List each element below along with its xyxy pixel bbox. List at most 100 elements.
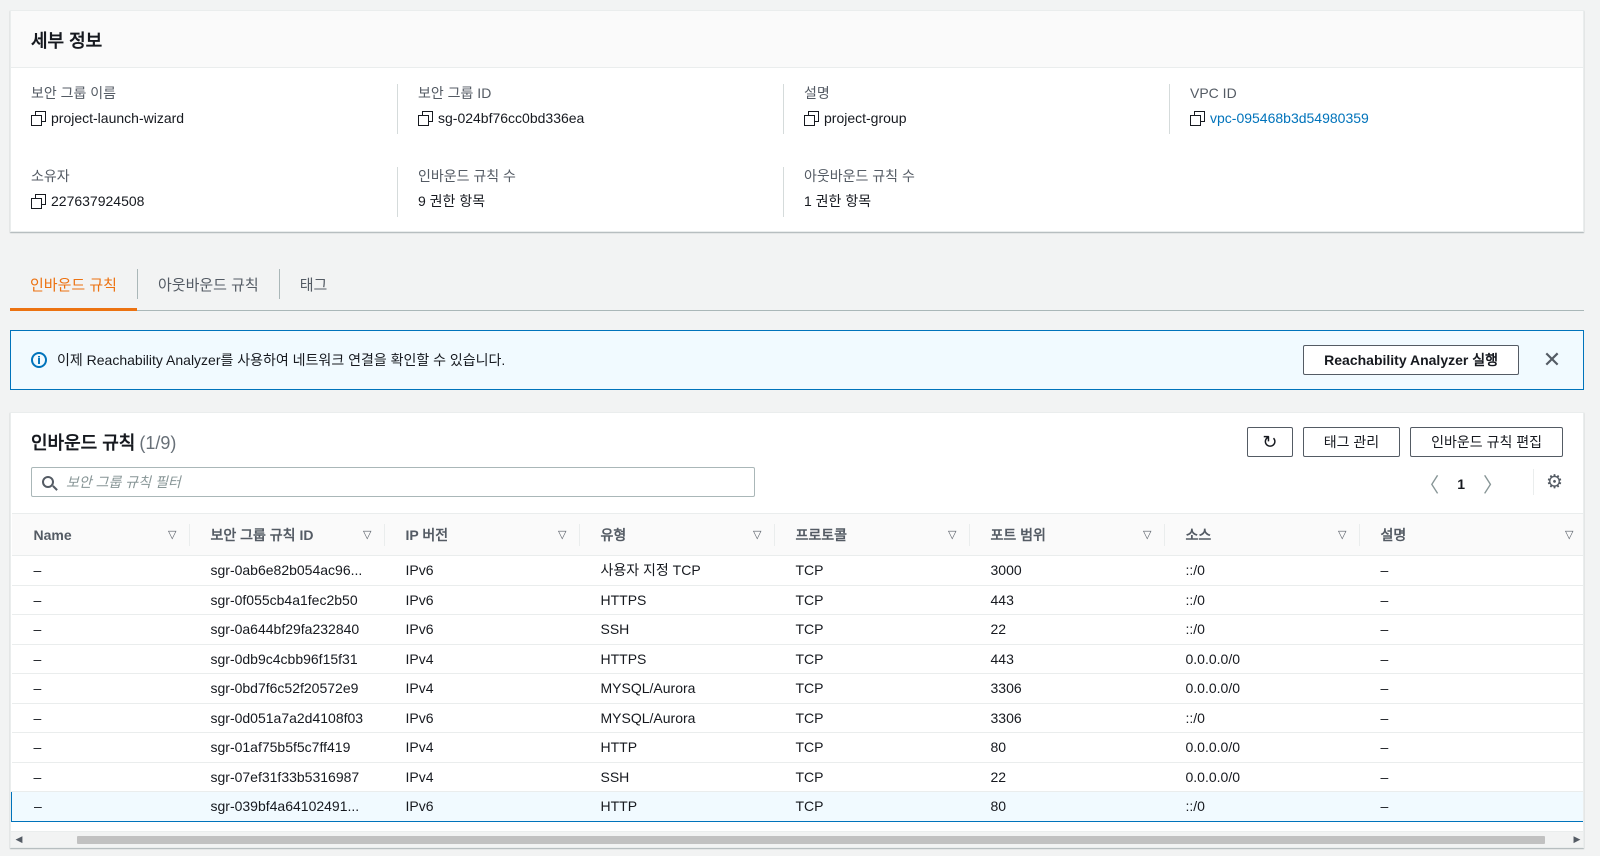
tab-bar: 인바운드 규칙 아웃바운드 규칙 태그: [10, 258, 1584, 311]
detail-security-group-id: 보안 그룹 ID sg-024bf76cc0bd336ea: [397, 84, 783, 134]
table-cell: –: [33, 621, 42, 638]
table-cell: ::/0: [1185, 562, 1205, 579]
table-cell: TCP: [795, 650, 824, 667]
table-cell: 사용자 지정 TCP: [600, 562, 701, 579]
column-header-port-range[interactable]: 포트 범위 ▽: [968, 514, 1164, 556]
table-cell: IPv4: [405, 768, 434, 785]
table-cell: TCP: [795, 709, 824, 726]
sort-icon[interactable]: ▽: [168, 528, 176, 541]
sort-icon[interactable]: ▽: [363, 528, 371, 541]
copy-icon[interactable]: [1190, 111, 1205, 126]
copy-icon[interactable]: [418, 111, 433, 126]
horizontal-scrollbar[interactable]: ◀ ▶: [11, 831, 1583, 847]
prev-page-icon[interactable]: 〈: [1419, 469, 1439, 498]
table-cell: TCP: [795, 680, 824, 697]
search-icon: [42, 476, 54, 488]
sort-icon[interactable]: ▽: [948, 528, 956, 541]
column-header-description[interactable]: 설명 ▽: [1358, 514, 1584, 556]
detail-label: VPC ID: [1190, 85, 1237, 101]
table-cell: SSH: [600, 768, 630, 785]
pagination: 〈 1 〉: [1419, 469, 1503, 498]
sort-icon[interactable]: ▽: [1143, 528, 1151, 541]
tab-outbound-rules[interactable]: 아웃바운드 규칙: [138, 258, 279, 310]
tab-inbound-rules[interactable]: 인바운드 규칙: [10, 258, 137, 311]
table-cell: sgr-0f055cb4a1fec2b50: [210, 591, 358, 608]
column-header-ip-version[interactable]: IP 버전 ▽: [383, 514, 579, 556]
table-cell: –: [1380, 709, 1389, 726]
scroll-track[interactable]: [27, 835, 1569, 845]
sort-icon[interactable]: ▽: [558, 528, 566, 541]
manage-tags-button[interactable]: 태그 관리: [1302, 427, 1401, 457]
detail-value: 1 권한 항목: [804, 193, 872, 209]
gear-icon[interactable]: ⚙: [1533, 469, 1563, 495]
next-page-icon[interactable]: 〉: [1483, 469, 1503, 498]
table-cell: sgr-0bd7f6c52f20572e9: [210, 680, 359, 697]
refresh-icon: ↻: [1262, 431, 1278, 453]
table-row[interactable]: – sgr-0bd7f6c52f20572e9 IPv4 MYSQL/Aurora TC…: [11, 674, 1583, 703]
tab-tags[interactable]: 태그: [280, 258, 348, 310]
table-row[interactable]: – sgr-039bf4a64102491... IPv6 HTTP TCP 80::/0…: [11, 791, 1583, 821]
current-page[interactable]: 1: [1457, 476, 1465, 492]
table-cell: 3306: [990, 680, 1022, 697]
scroll-left-icon[interactable]: ◀: [11, 835, 27, 845]
copy-icon[interactable]: [31, 111, 46, 126]
scroll-thumb[interactable]: [77, 835, 1545, 844]
column-header-name[interactable]: Name ▽: [12, 514, 189, 556]
table-row[interactable]: – sgr-01af75b5f5c7ff419 IPv4 HTTP TCP 80 0.0.0…: [11, 733, 1583, 762]
refresh-button[interactable]: ↻: [1246, 427, 1293, 457]
table-cell: –: [33, 650, 42, 667]
details-header: 세부 정보: [11, 11, 1583, 68]
table-cell: sgr-0a644bf29fa232840: [210, 621, 360, 638]
table-cell: HTTPS: [600, 650, 647, 667]
table-cell: sgr-0db9c4cbb96f15f31: [210, 650, 358, 667]
flash-message: 이제 Reachability Analyzer를 사용하여 네트워크 연결을 …: [57, 352, 506, 368]
table-cell: 22: [990, 768, 1007, 785]
column-header-label: Name: [33, 526, 72, 543]
table-cell: 443: [990, 650, 1014, 667]
table-cell: 443: [990, 591, 1014, 608]
copy-icon[interactable]: [804, 111, 819, 126]
table-cell: ::/0: [1185, 591, 1205, 608]
detail-label: 보안 그룹 이름: [31, 85, 117, 101]
table-cell: sgr-0ab6e82b054ac96...: [210, 562, 363, 579]
column-header-label: 프로토콜: [795, 526, 848, 543]
table-row[interactable]: – sgr-0ab6e82b054ac96... IPv6 사용자 지정 TCP TCP…: [11, 556, 1583, 585]
column-header-source[interactable]: 소스 ▽: [1163, 514, 1359, 556]
table-title: 인바운드 규칙 (1/9): [31, 429, 176, 455]
vpc-id-link[interactable]: vpc-095468b3d54980359: [1210, 109, 1369, 127]
detail-label: 인바운드 규칙 수: [418, 168, 516, 184]
table-row[interactable]: – sgr-0db9c4cbb96f15f31 IPv4 HTTPS TCP 443 0.0…: [11, 644, 1583, 674]
detail-label: 아웃바운드 규칙 수: [804, 168, 915, 184]
search-input[interactable]: [66, 474, 754, 490]
table-cell: sgr-039bf4a64102491...: [210, 798, 360, 815]
table-row[interactable]: – sgr-0a644bf29fa232840 IPv6 SSH TCP 22::/0 –: [11, 615, 1583, 644]
scroll-right-icon[interactable]: ▶: [1569, 835, 1583, 845]
table-cell: 3306: [990, 709, 1022, 726]
column-header-protocol[interactable]: 프로토콜 ▽: [773, 514, 969, 556]
table-cell: HTTP: [600, 798, 638, 815]
column-header-type[interactable]: 유형 ▽: [578, 514, 774, 556]
table-cell: TCP: [795, 591, 824, 608]
table-cell: SSH: [600, 621, 630, 638]
table-cell: –: [1380, 591, 1389, 608]
detail-inbound-count: 인바운드 규칙 수 9 권한 항목: [397, 167, 783, 217]
table-cell: IPv6: [405, 798, 434, 815]
close-icon[interactable]: ✕: [1541, 348, 1563, 373]
inbound-rules-panel: 인바운드 규칙(1/9) ↻ 태그 관리 인바운드 규칙 편집 〈 1 〉 ⚙ …: [10, 412, 1584, 848]
edit-inbound-rules-button[interactable]: 인바운드 규칙 편집: [1410, 427, 1563, 457]
detail-value: 9 권한 항목: [418, 193, 486, 209]
run-reachability-analyzer-button[interactable]: Reachability Analyzer 실행: [1303, 345, 1519, 375]
sort-icon[interactable]: ▽: [1338, 528, 1346, 541]
table-row[interactable]: – sgr-0d051a7a2d4108f03 IPv6 MYSQL/Aurora TC…: [11, 703, 1583, 733]
table-cell: ::/0: [1185, 621, 1205, 638]
table-row[interactable]: – sgr-07ef31f33b5316987 IPv4 SSH TCP 22 0.0.0.…: [11, 762, 1583, 792]
table-cell: TCP: [795, 739, 824, 756]
sort-icon[interactable]: ▽: [753, 528, 761, 541]
column-header-rule-id[interactable]: 보안 그룹 규칙 ID ▽: [188, 514, 384, 556]
table-row[interactable]: – sgr-0f055cb4a1fec2b50 IPv6 HTTPS TCP 443::/…: [11, 585, 1583, 615]
search-box: [31, 467, 755, 497]
sort-icon[interactable]: ▽: [1565, 528, 1573, 541]
table-cell: IPv6: [405, 621, 434, 638]
table-header-row: Name ▽ 보안 그룹 규칙 ID ▽ IP 버전 ▽ 유형 ▽ 프로토콜 ▽ 포트 범…: [11, 513, 1584, 556]
copy-icon[interactable]: [31, 194, 46, 209]
